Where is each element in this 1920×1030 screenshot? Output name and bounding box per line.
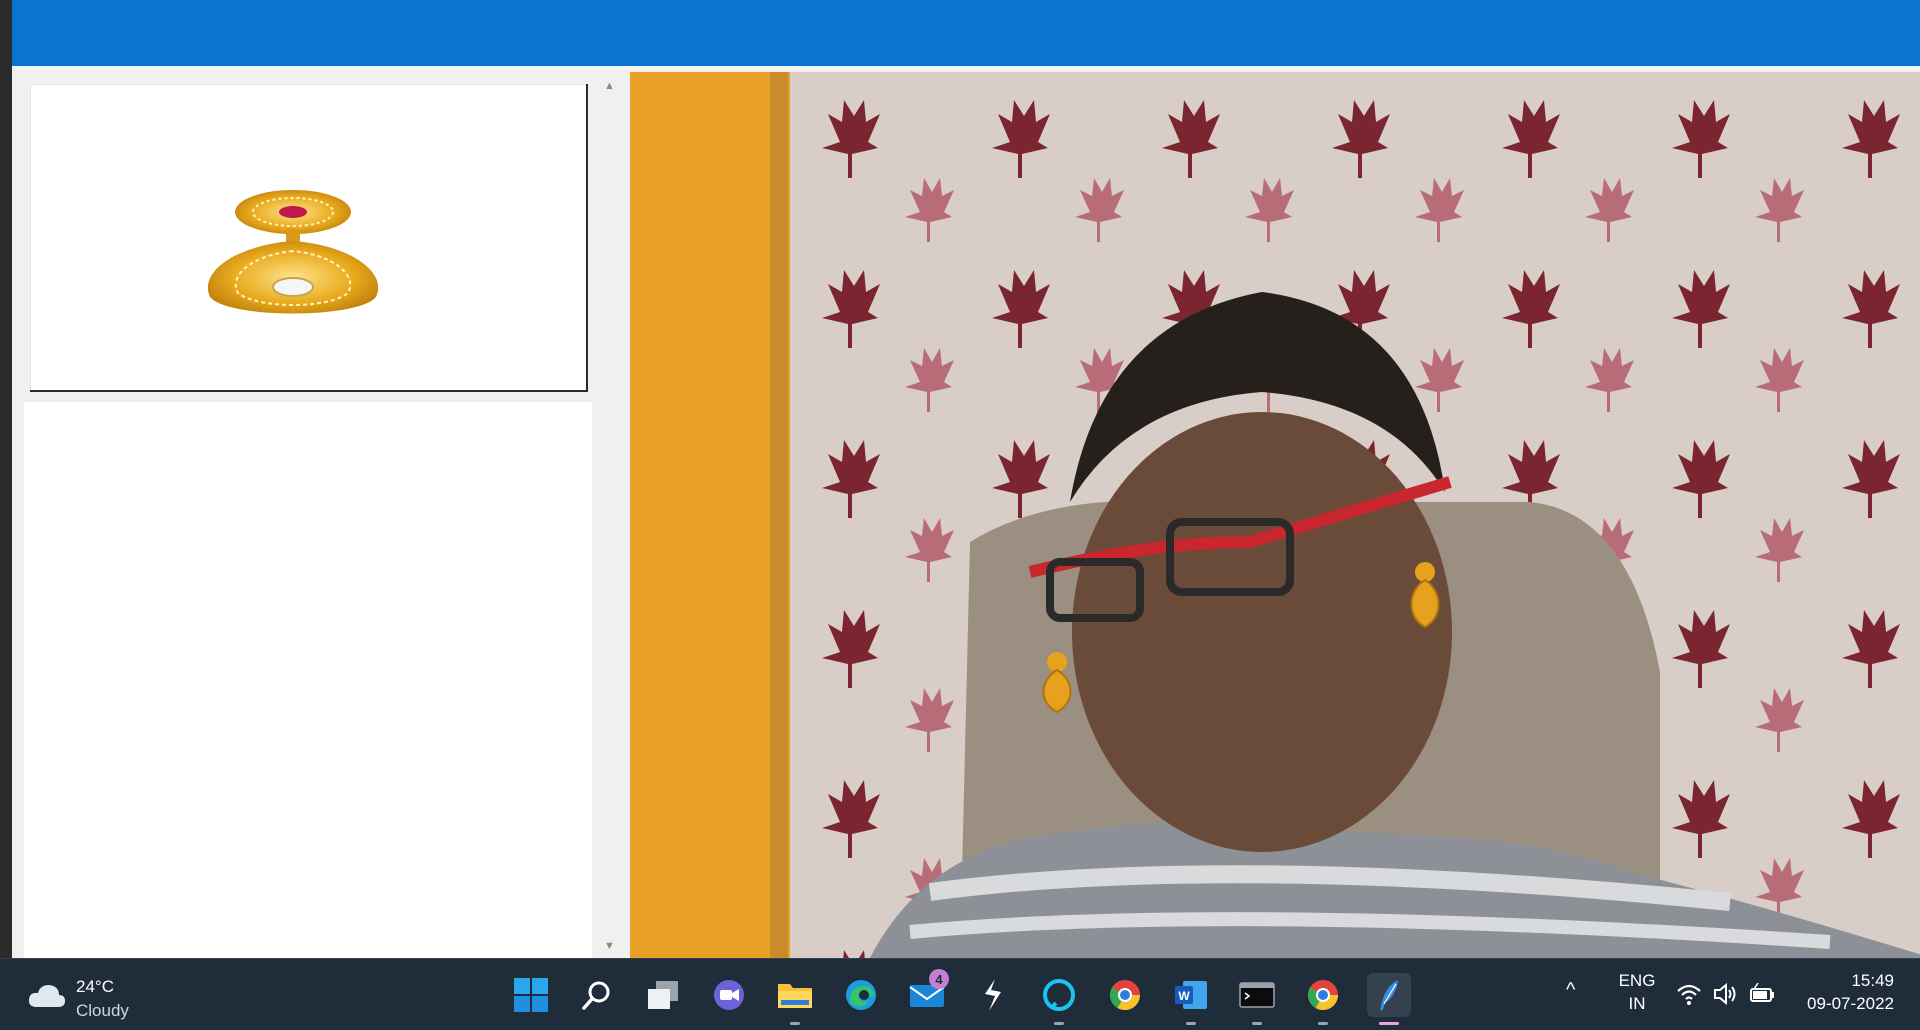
teams-chat-button[interactable] xyxy=(707,973,751,1017)
windows-logo-icon xyxy=(514,978,548,1012)
chrome-icon xyxy=(1109,980,1140,1011)
wifi-icon xyxy=(1677,984,1701,1005)
file-explorer-button[interactable] xyxy=(773,973,817,1025)
desktop-edge xyxy=(0,0,12,958)
system-tray[interactable] xyxy=(1676,981,1776,1009)
battery-icon xyxy=(1750,982,1774,1002)
left-earring-overlay xyxy=(1042,652,1072,714)
language-indicator[interactable]: ENG IN xyxy=(1616,969,1658,1015)
running-indicator xyxy=(1054,1022,1064,1025)
folder-icon xyxy=(778,984,812,1008)
region-code: IN xyxy=(1628,994,1646,1013)
jewellery-preview-box[interactable] xyxy=(30,84,588,392)
running-indicator xyxy=(1252,1022,1262,1025)
feather-icon xyxy=(1380,980,1398,1010)
python-app-button[interactable] xyxy=(1367,973,1411,1025)
earring-image xyxy=(207,190,379,314)
scroll-up-arrow[interactable]: ▲ xyxy=(604,80,615,92)
app-button-zigzag[interactable] xyxy=(971,973,1015,1017)
jewellery-list-area[interactable] xyxy=(24,402,592,958)
jewellery-list-panel: ▲ ▼ xyxy=(20,72,624,958)
scroll-down-arrow[interactable]: ▼ xyxy=(604,940,615,952)
app-window: ▲ ▼ xyxy=(12,0,1920,958)
chrome-button-1[interactable] xyxy=(1103,973,1147,1017)
search-button[interactable] xyxy=(575,973,619,1017)
chrome-icon xyxy=(1307,980,1338,1011)
running-indicator xyxy=(1186,1022,1196,1025)
alexa-button[interactable] xyxy=(1037,973,1081,1025)
right-earring-overlay xyxy=(1410,562,1440,629)
edge-button[interactable] xyxy=(839,973,883,1017)
search-icon xyxy=(582,981,610,1010)
mail-button[interactable]: 4 xyxy=(905,969,949,1017)
clock[interactable]: 15:49 09-07-2022 xyxy=(1794,969,1894,1015)
terminal-icon xyxy=(1239,982,1275,1008)
running-indicator xyxy=(1379,1022,1399,1025)
edge-icon xyxy=(846,980,876,1010)
mail-badge: 4 xyxy=(929,969,949,989)
clock-date: 09-07-2022 xyxy=(1807,994,1894,1013)
cloud-icon xyxy=(28,985,65,1007)
running-indicator xyxy=(790,1022,800,1025)
alexa-icon xyxy=(1043,979,1075,1011)
webcam-frame xyxy=(630,72,1920,958)
zigzag-icon xyxy=(985,979,1001,1011)
start-button[interactable] xyxy=(509,973,553,1017)
running-indicator xyxy=(1318,1022,1328,1025)
task-view-button[interactable] xyxy=(641,973,685,1017)
show-hidden-icons-button[interactable]: ^ xyxy=(1566,979,1575,1002)
chrome-button-2[interactable] xyxy=(1301,973,1345,1025)
title-bar[interactable] xyxy=(12,0,1920,70)
task-view-icon xyxy=(648,981,678,1009)
word-icon: W xyxy=(1175,981,1207,1009)
webcam-feed xyxy=(630,72,1920,958)
volume-icon xyxy=(1714,982,1736,1006)
weather-temperature: 24°C xyxy=(76,977,114,996)
language-code: ENG xyxy=(1618,971,1656,990)
terminal-button[interactable] xyxy=(1235,973,1279,1025)
svg-text:W: W xyxy=(1178,989,1190,1003)
word-button[interactable]: W xyxy=(1169,973,1213,1025)
clock-time: 15:49 xyxy=(1851,971,1894,990)
taskbar: 24°C Cloudy 4 W ^ ENG IN 15:49 09-07-202… xyxy=(0,958,1920,1030)
weather-condition: Cloudy xyxy=(76,1001,129,1020)
chat-icon xyxy=(714,980,744,1010)
